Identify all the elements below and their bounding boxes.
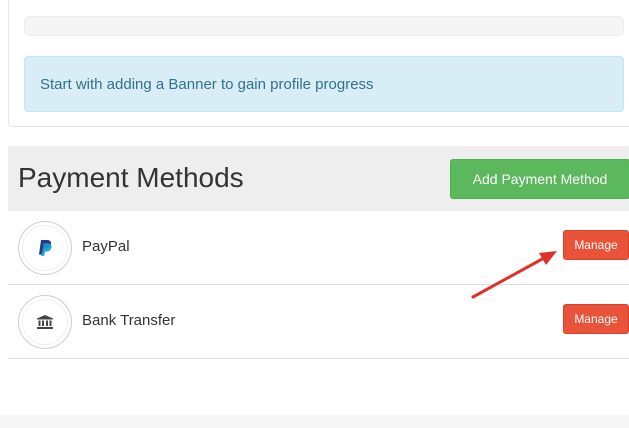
- profile-progress-alert: Start with adding a Banner to gain profi…: [24, 56, 624, 112]
- payment-method-label: Bank Transfer: [82, 312, 176, 329]
- profile-progress-card: Start with adding a Banner to gain profi…: [8, 0, 629, 127]
- bank-icon: [37, 315, 53, 329]
- profile-progress-bar: [24, 16, 624, 36]
- payment-method-row-bank-transfer: Bank Transfer Manage: [8, 285, 629, 359]
- bank-logo: [18, 295, 72, 349]
- add-payment-method-button[interactable]: Add Payment Method: [450, 159, 629, 199]
- page-title: Payment Methods: [18, 162, 244, 193]
- payment-methods-header: Payment Methods Add Payment Method: [8, 146, 629, 212]
- manage-bank-transfer-button[interactable]: Manage: [563, 304, 629, 334]
- manage-paypal-button[interactable]: Manage: [563, 230, 629, 260]
- paypal-icon: [39, 240, 52, 256]
- page-footer-strip: [0, 415, 629, 428]
- profile-progress-alert-text: Start with adding a Banner to gain profi…: [40, 75, 374, 93]
- payment-method-row-paypal: PayPal Manage: [8, 211, 629, 285]
- paypal-logo: [18, 221, 72, 275]
- payment-method-label: PayPal: [82, 238, 130, 255]
